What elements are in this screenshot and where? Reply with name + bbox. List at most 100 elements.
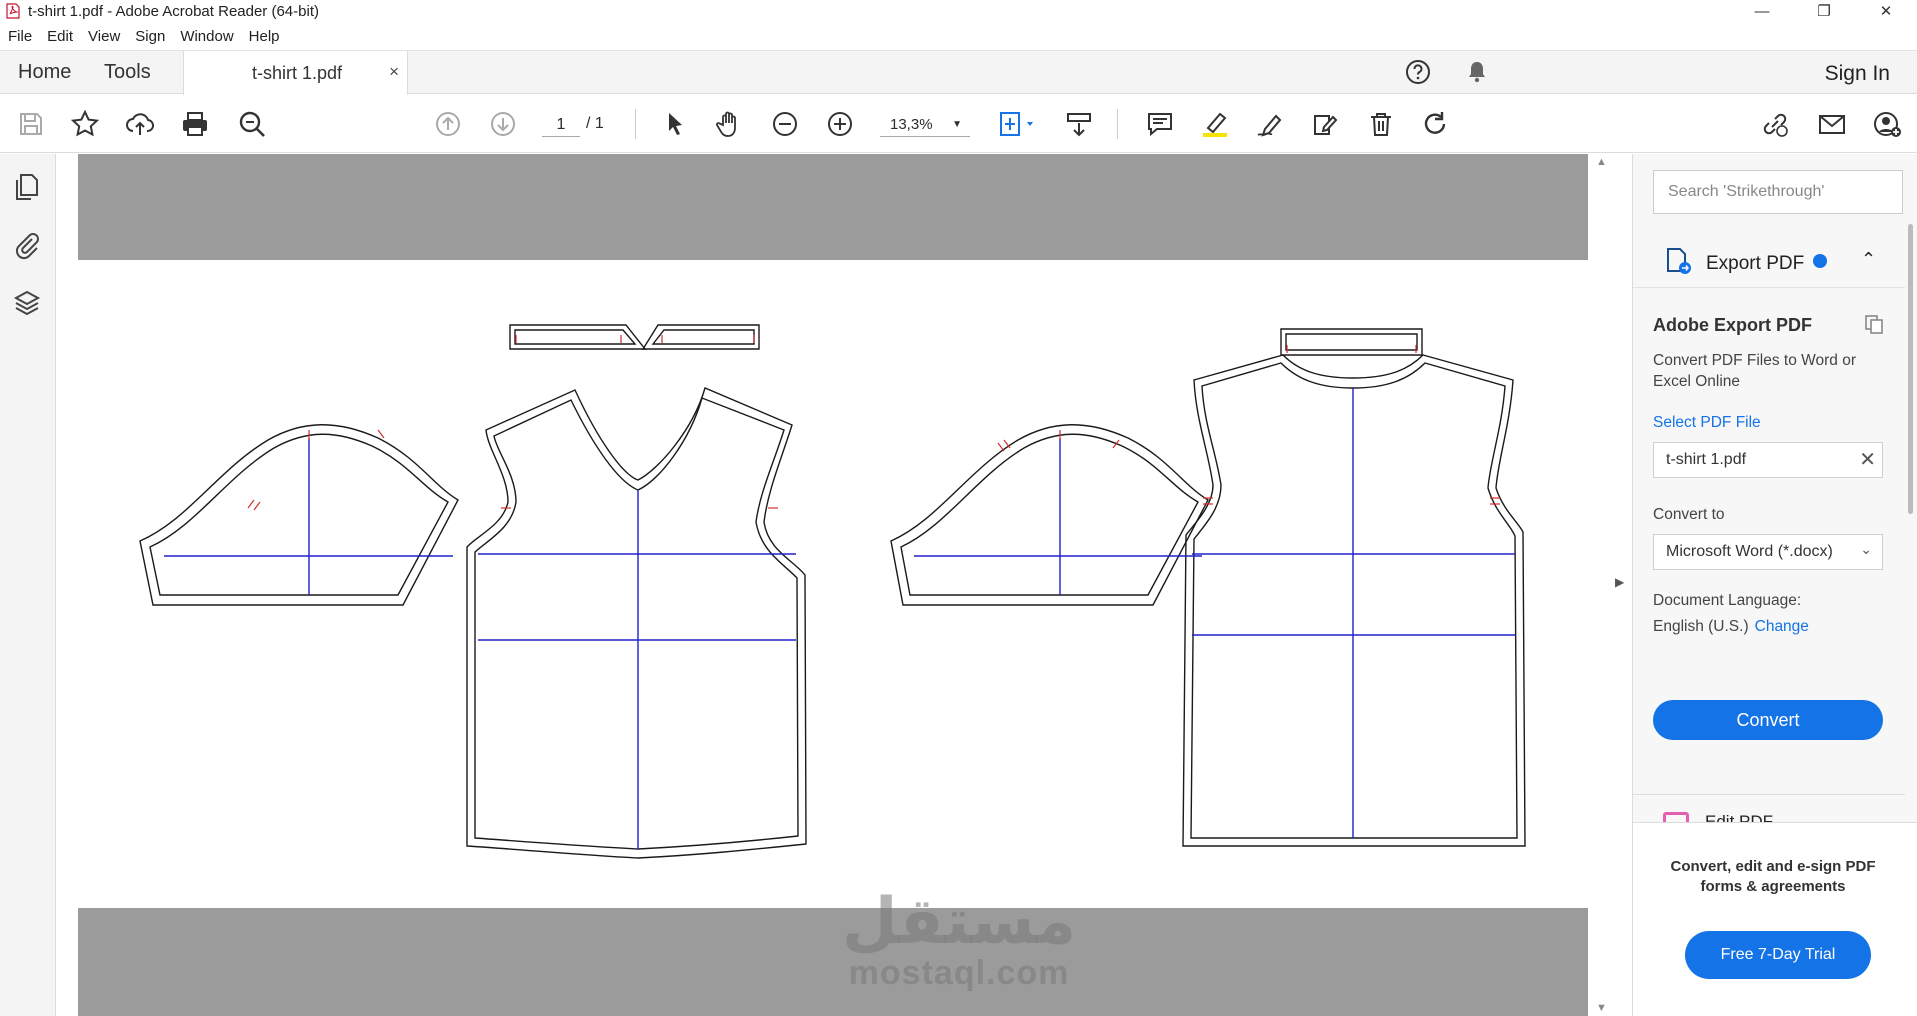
change-language-link[interactable]: Change — [1755, 618, 1809, 635]
menu-window[interactable]: Window — [180, 28, 233, 45]
convert-button[interactable]: Convert — [1653, 700, 1883, 740]
page-thumbnails-icon[interactable] — [12, 172, 42, 202]
delete-trash-icon[interactable] — [1366, 109, 1396, 139]
menu-file[interactable]: File — [8, 28, 32, 45]
clear-file-icon[interactable]: ✕ — [1859, 447, 1876, 472]
hand-pan-icon[interactable] — [715, 109, 745, 139]
front-body-piece — [466, 387, 807, 859]
free-trial-button[interactable]: Free 7-Day Trial — [1685, 931, 1871, 979]
tab-tools[interactable]: Tools — [104, 61, 151, 84]
chevron-up-icon[interactable]: ⌃ — [1861, 249, 1876, 270]
right-tools-pane: Search 'Strikethrough' Export PDF ⌃ Adob… — [1632, 154, 1917, 1016]
menu-edit[interactable]: Edit — [47, 28, 73, 45]
previous-page-icon[interactable] — [433, 109, 463, 139]
window-controls: — ❐ ✕ — [1731, 0, 1917, 22]
document-viewport[interactable]: ▲ ▼ — [57, 154, 1607, 1016]
cloud-upload-icon[interactable] — [125, 109, 155, 139]
left-navigation-pane — [0, 154, 56, 1016]
tshirt-pattern-drawing — [139, 324, 1526, 859]
front-neckband-piece — [509, 324, 647, 350]
next-page-icon[interactable] — [488, 109, 518, 139]
convert-format-value: Microsoft Word (*.docx) — [1666, 543, 1833, 560]
page-total: / 1 — [586, 115, 604, 132]
selected-file-name: t-shirt 1.pdf — [1666, 451, 1747, 468]
back-neckband-piece — [1280, 328, 1423, 356]
page-number-input[interactable]: 1 — [542, 113, 580, 137]
tab-document-label: t-shirt 1.pdf — [252, 63, 343, 83]
menu-view[interactable]: View — [88, 28, 120, 45]
zoom-out-icon[interactable] — [770, 109, 800, 139]
document-language-row: English (U.S.) Change — [1653, 618, 1809, 636]
attachments-paperclip-icon[interactable] — [12, 230, 42, 260]
convert-to-label: Convert to — [1653, 506, 1725, 523]
left-sleeve-piece — [139, 424, 459, 606]
tab-home[interactable]: Home — [18, 61, 71, 84]
tab-document[interactable]: t-shirt 1.pdf × — [183, 51, 408, 95]
menu-help[interactable]: Help — [249, 28, 280, 45]
menu-sign[interactable]: Sign — [135, 28, 165, 45]
copy-files-icon[interactable] — [1863, 313, 1885, 335]
fill-sign-icon[interactable] — [1310, 109, 1340, 139]
document-language-value: English (U.S.) — [1653, 618, 1749, 635]
export-pdf-header[interactable]: Export PDF ⌃ — [1633, 238, 1905, 288]
panel-scrollbar[interactable] — [1905, 214, 1915, 824]
save-icon[interactable] — [16, 109, 46, 139]
right-sleeve-piece — [890, 424, 1209, 606]
document-scrollbar[interactable]: ▲ ▼ — [1591, 154, 1611, 1016]
promo-box: Convert, edit and e-sign PDF forms & agr… — [1633, 822, 1917, 1016]
collapse-right-pane-icon[interactable]: ▶ — [1615, 575, 1624, 589]
select-cursor-icon[interactable] — [660, 109, 690, 139]
page-gutter-bottom — [78, 908, 1588, 1016]
zoom-level-dropdown[interactable]: 13,3% ▼ — [880, 113, 970, 137]
highlighter-icon[interactable] — [1200, 109, 1230, 139]
toolbar-divider — [635, 109, 636, 139]
export-pdf-icon — [1667, 248, 1691, 274]
zoom-caret-icon: ▼ — [952, 119, 962, 130]
zoom-search-icon[interactable] — [237, 109, 267, 139]
minimize-button[interactable]: — — [1731, 0, 1793, 22]
pdf-page — [78, 260, 1588, 908]
window-title: t-shirt 1.pdf - Adobe Acrobat Reader (64… — [28, 2, 319, 20]
tools-search-input[interactable]: Search 'Strikethrough' — [1653, 170, 1903, 214]
acrobat-app-icon — [6, 3, 20, 19]
rotate-icon[interactable] — [1420, 109, 1450, 139]
share-link-icon[interactable] — [1760, 109, 1790, 139]
convert-format-dropdown[interactable]: Microsoft Word (*.docx) ⌄ — [1653, 534, 1883, 570]
print-icon[interactable] — [180, 109, 210, 139]
title-bar: t-shirt 1.pdf - Adobe Acrobat Reader (64… — [0, 0, 1917, 22]
layers-icon[interactable] — [12, 288, 42, 318]
comment-icon[interactable] — [1145, 109, 1175, 139]
back-body-piece — [1182, 354, 1526, 847]
watermark-domain: mostaql.com — [848, 954, 1070, 992]
menu-bar: File Edit View Sign Window Help — [0, 24, 295, 48]
premium-badge-icon — [1813, 254, 1827, 268]
panel-scrollbar-thumb[interactable] — [1908, 224, 1913, 514]
page-gutter-top — [78, 154, 1588, 260]
maximize-button[interactable]: ❐ — [1793, 0, 1855, 22]
tabs-row: Home Tools t-shirt 1.pdf × Sign In — [0, 50, 1917, 95]
watermark: مستقل mostaql.com — [842, 890, 1076, 993]
scroll-mode-icon[interactable] — [1064, 109, 1094, 139]
star-bookmark-icon[interactable] — [70, 109, 100, 139]
scroll-down-arrow-icon[interactable]: ▼ — [1596, 1002, 1607, 1014]
promo-text: Convert, edit and e-sign PDF forms & agr… — [1670, 858, 1876, 895]
close-tab-icon[interactable]: × — [389, 62, 399, 82]
selected-file-field[interactable]: t-shirt 1.pdf ✕ — [1653, 442, 1883, 478]
notifications-bell-icon[interactable] — [1464, 59, 1490, 85]
help-icon[interactable] — [1405, 59, 1431, 85]
close-window-button[interactable]: ✕ — [1855, 0, 1917, 22]
share-user-icon[interactable] — [1872, 109, 1902, 139]
draw-signature-icon[interactable] — [1255, 109, 1285, 139]
sign-in-button[interactable]: Sign In — [1825, 62, 1890, 86]
email-icon[interactable] — [1817, 109, 1847, 139]
zoom-in-icon[interactable] — [825, 109, 855, 139]
select-pdf-file-link[interactable]: Select PDF File — [1653, 414, 1761, 432]
export-pdf-title: Export PDF — [1706, 253, 1805, 274]
zoom-level-value: 13,3% — [890, 116, 933, 133]
toolbar-divider — [1117, 109, 1118, 139]
document-language-label: Document Language: — [1653, 592, 1802, 609]
export-description: Convert PDF Files to Word or Excel Onlin… — [1653, 352, 1856, 390]
chevron-down-icon: ⌄ — [1860, 541, 1872, 557]
fit-page-icon[interactable] — [997, 109, 1039, 139]
scroll-up-arrow-icon[interactable]: ▲ — [1596, 156, 1607, 168]
